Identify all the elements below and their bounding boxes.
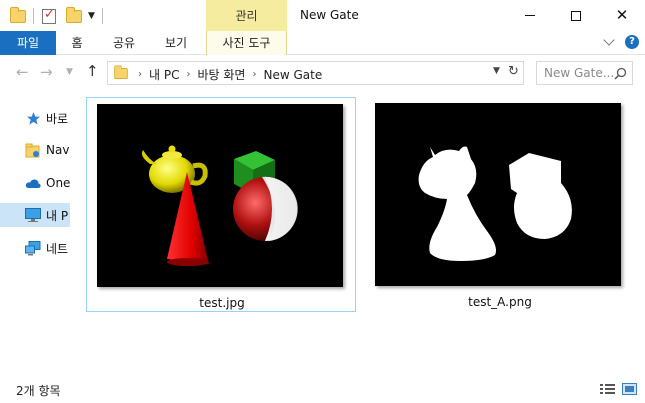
tab-file[interactable]: 파일 <box>0 31 56 55</box>
navigation-pane: 바로 Nav One 내 P 네트 <box>0 90 70 375</box>
sidebar-item-this-pc[interactable]: 내 P <box>0 203 70 227</box>
item-count: 2개 항목 <box>16 384 61 398</box>
address-folder-icon <box>114 65 128 80</box>
network-icon <box>25 240 41 256</box>
sidebar-item-label: One <box>46 176 70 190</box>
qa-new-folder-wrap <box>66 6 82 26</box>
breadcrumb-chevron-icon[interactable]: › <box>252 69 256 80</box>
search-input[interactable]: New Gate... <box>544 66 614 80</box>
address-history-chevron-icon[interactable]: ▼ <box>493 66 500 76</box>
cloud-icon <box>25 175 41 191</box>
tab-photo-tools[interactable]: 사진 도구 <box>206 31 287 55</box>
contextual-tab-group-manage: 관리 <box>206 0 287 31</box>
tab-view[interactable]: 보기 <box>158 31 194 55</box>
computer-icon <box>25 207 41 223</box>
folder-cloud-icon <box>25 142 41 158</box>
address-folder-wrap <box>114 65 128 80</box>
breadcrumb-this-pc[interactable]: 내 PC <box>149 66 179 83</box>
thumbnail-alpha-mask <box>375 103 621 286</box>
rendered-scene-image <box>97 104 343 287</box>
toolbar-separator <box>33 8 34 24</box>
breadcrumb-chevron-icon[interactable]: › <box>138 69 142 80</box>
sidebar-item-nav-folder[interactable]: Nav <box>0 138 70 162</box>
ribbon-right-controls: ? <box>603 34 639 49</box>
qa-separator-2 <box>102 6 103 26</box>
details-view-icon[interactable] <box>600 383 615 395</box>
properties-check-icon[interactable] <box>42 7 56 24</box>
expand-ribbon-chevron-icon[interactable] <box>603 34 615 46</box>
minimize-icon <box>525 15 535 16</box>
sidebar-item-quick-access[interactable]: 바로 <box>0 106 70 130</box>
customize-dropdown-icon[interactable]: ▼ <box>88 11 95 21</box>
back-arrow-icon[interactable]: ← <box>16 65 29 80</box>
breadcrumb-new-gate[interactable]: New Gate <box>263 68 322 82</box>
breadcrumb-desktop[interactable]: 바탕 화면 <box>197 66 245 83</box>
ribbon-tabs: 파일 홈 공유 보기 사진 도구 ? <box>0 31 645 55</box>
refresh-icon[interactable]: ↻ <box>508 64 519 79</box>
window-title: New Gate <box>300 8 359 22</box>
alpha-mask-image <box>375 103 621 286</box>
forward-arrow-icon[interactable]: → <box>40 65 53 80</box>
large-icons-view-icon[interactable] <box>622 383 637 395</box>
status-bar: 2개 항목 <box>0 375 645 403</box>
qa-customize-wrap: ▼ <box>88 6 95 26</box>
sidebar-item-label: 네트 <box>46 241 69 256</box>
help-icon[interactable]: ? <box>625 35 639 49</box>
file-name-label: test_A.png <box>468 295 532 309</box>
sidebar-item-network[interactable]: 네트 <box>0 236 70 260</box>
title-bar: ▼ 관리 New Gate ✕ <box>0 0 645 31</box>
toolbar-separator <box>102 8 103 24</box>
star-icon <box>25 110 41 126</box>
recent-locations-chevron-icon[interactable]: ▼ <box>66 68 73 77</box>
search-icon <box>614 67 627 80</box>
thumbnail-rendered-scene <box>97 104 343 287</box>
breadcrumb-chevron-icon[interactable]: › <box>186 69 190 80</box>
close-button[interactable]: ✕ <box>599 0 645 31</box>
sidebar-item-label: Nav <box>46 143 70 157</box>
maximize-icon <box>571 10 581 21</box>
sidebar-item-onedrive[interactable]: One <box>0 171 70 195</box>
tab-share[interactable]: 공유 <box>106 31 142 55</box>
minimize-button[interactable] <box>507 0 553 31</box>
new-folder-icon[interactable] <box>66 6 82 23</box>
qa-properties-wrap <box>42 6 56 26</box>
folder-icon <box>10 6 26 23</box>
qa-separator-1 <box>33 6 34 26</box>
maximize-button[interactable] <box>553 0 599 31</box>
up-arrow-icon[interactable]: ↑ <box>86 64 99 79</box>
file-view: test.jpg test_A.png <box>70 90 645 375</box>
close-icon: ✕ <box>615 6 629 24</box>
breadcrumb: › 내 PC › 바탕 화면 › New Gate <box>138 66 322 83</box>
tab-home[interactable]: 홈 <box>64 31 90 55</box>
search-box[interactable]: New Gate... <box>536 61 633 85</box>
quick-access-toolbar <box>10 6 26 26</box>
file-item-test-jpg[interactable]: test.jpg <box>86 97 356 312</box>
file-item-test-a-png[interactable]: test_A.png <box>365 97 635 312</box>
file-name-label: test.jpg <box>199 296 245 310</box>
address-bar[interactable]: › 내 PC › 바탕 화면 › New Gate <box>107 61 524 85</box>
sidebar-item-label: 내 P <box>46 208 69 223</box>
sidebar-item-label: 바로 <box>46 111 69 126</box>
